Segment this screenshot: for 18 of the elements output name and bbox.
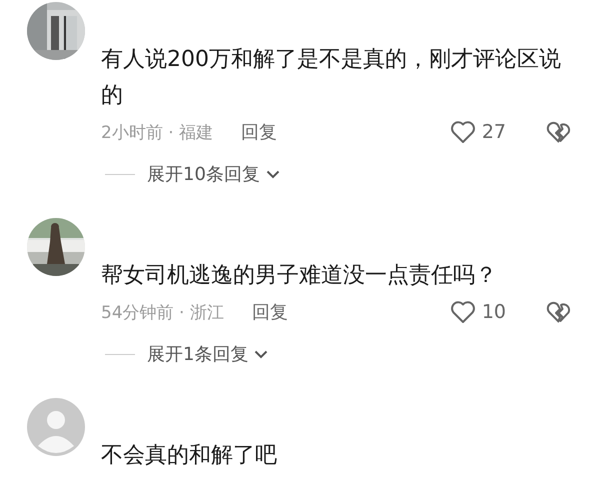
like-icon[interactable] [450,300,476,324]
broken-heart-icon[interactable] [546,300,572,324]
comment-meta: 2小时前 · 福建 [101,122,214,144]
comment-text: 帮女司机逃逸的男子难道没一点责任吗？ [101,262,498,290]
comment-meta: 54分钟前 · 浙江 [101,302,224,324]
chevron-down-icon [254,350,268,358]
comment-text: 有人说200万和解了是不是真的，刚才评论区说的 [101,46,562,110]
reply-link[interactable]: 回复 [241,120,278,144]
like-count: 27 [482,121,506,143]
reply-link[interactable]: 回复 [252,300,288,324]
default-avatar-icon [27,398,85,456]
like-icon[interactable] [450,120,476,144]
like-count: 10 [482,301,506,323]
expand-replies-button[interactable]: 展开1条回复 [147,342,268,366]
comment-text: 不会真的和解了吧 [101,442,278,470]
expand-replies-button[interactable]: 展开10条回复 [147,162,280,186]
broken-heart-icon[interactable] [546,120,572,144]
chevron-down-icon [266,170,280,178]
